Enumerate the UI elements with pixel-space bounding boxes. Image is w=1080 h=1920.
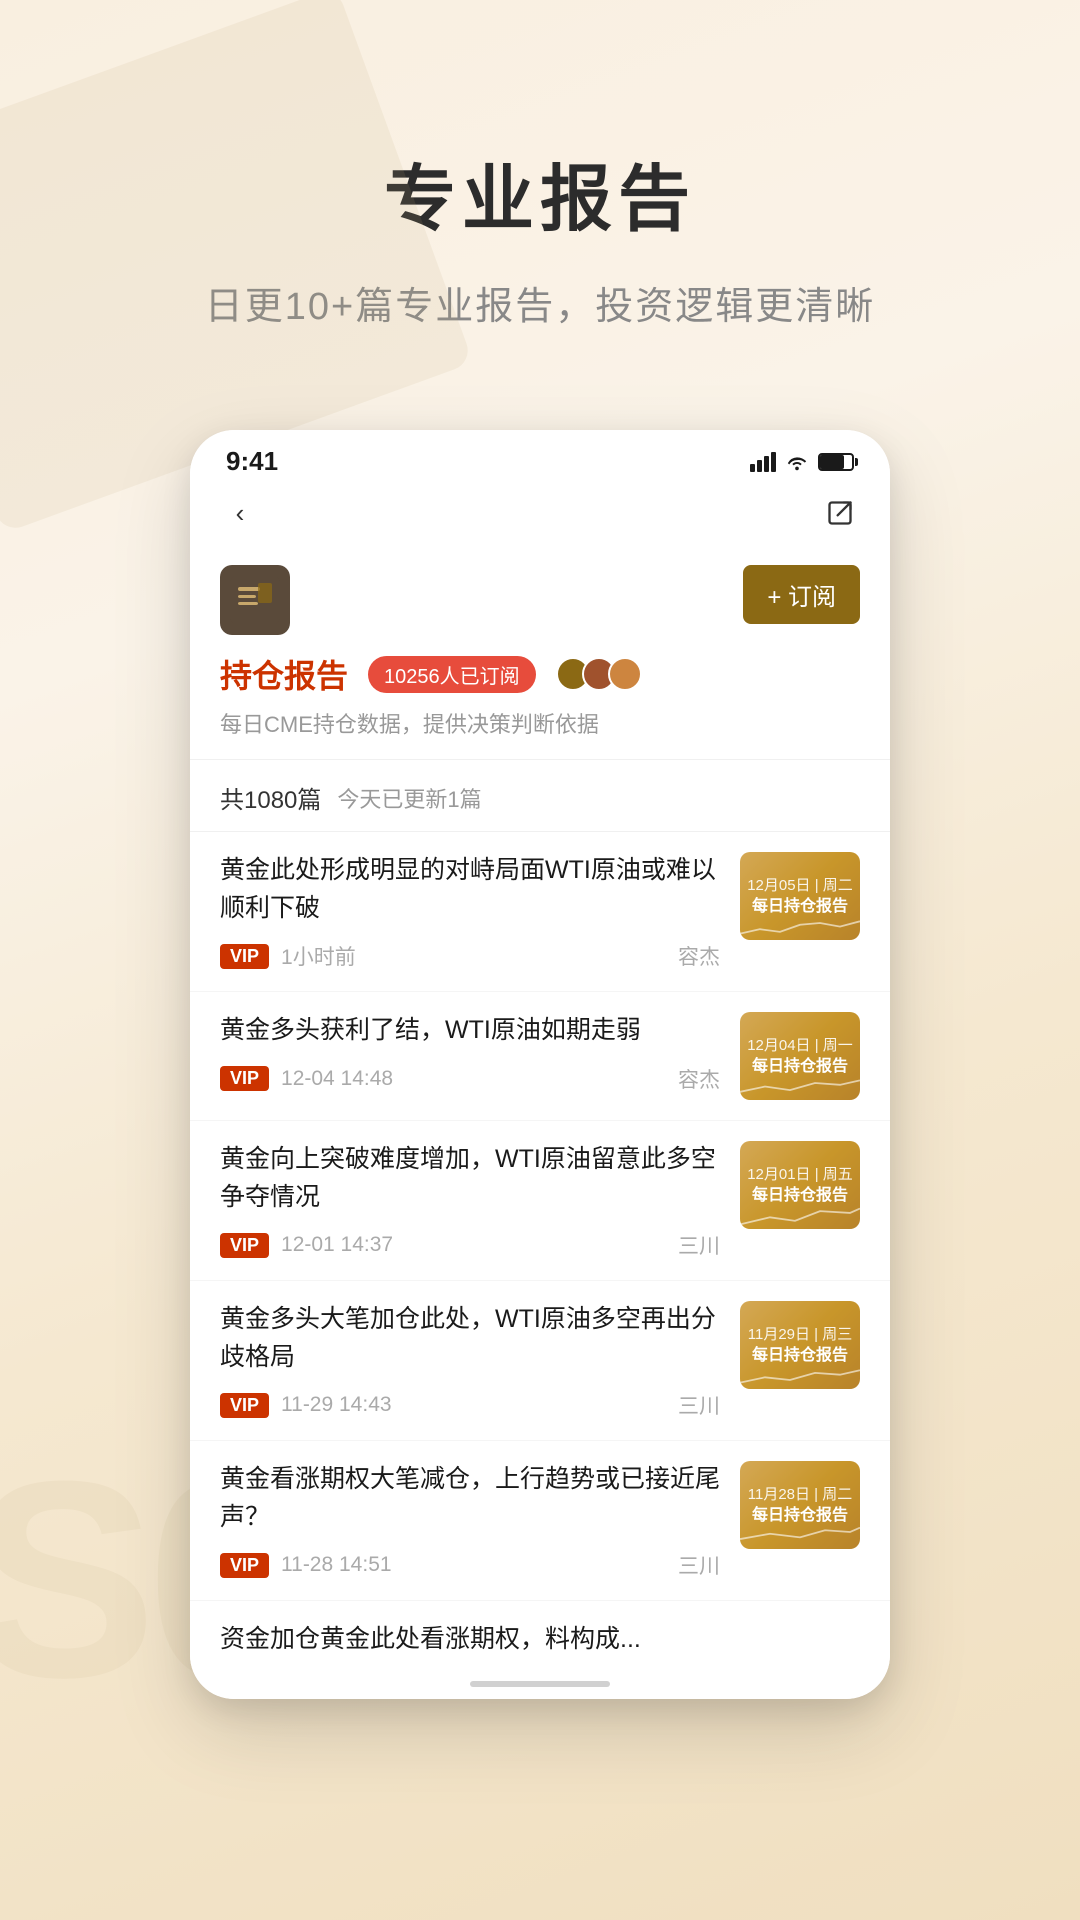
nav-bar: ‹ bbox=[190, 485, 890, 549]
article-content: 黄金看涨期权大笔减仓，上行趋势或已接近尾声？ VIP 11-28 14:51 三… bbox=[220, 1461, 720, 1580]
thumb-chart bbox=[740, 1076, 860, 1098]
article-time: 12-04 14:48 bbox=[281, 1067, 393, 1091]
subscribe-button[interactable]: + 订阅 bbox=[743, 565, 860, 624]
vip-badge: VIP bbox=[220, 944, 269, 969]
article-thumbnail: 12月01日 | 周五 每日持仓报告 bbox=[740, 1141, 860, 1229]
status-bar: 9:41 bbox=[190, 430, 890, 485]
article-content: 黄金多头获利了结，WTI原油如期走弱 VIP 12-04 14:48 容杰 bbox=[220, 1012, 720, 1094]
signal-icon bbox=[750, 452, 776, 472]
vip-badge: VIP bbox=[220, 1066, 269, 1091]
page-subtitle: 日更10+篇专业报告，投资逻辑更清晰 bbox=[60, 275, 1020, 330]
article-list: 共1080篇 今天已更新1篇 黄金此处形成明显的对峙局面WTI原油或难以顺利下破… bbox=[190, 760, 890, 1669]
thumb-date: 12月01日 | 周五 bbox=[747, 1163, 853, 1184]
thumb-date: 12月05日 | 周二 bbox=[747, 874, 853, 895]
thumb-chart bbox=[740, 1205, 860, 1227]
article-item[interactable]: 黄金多头获利了结，WTI原油如期走弱 VIP 12-04 14:48 容杰 12… bbox=[190, 992, 890, 1121]
article-title: 黄金此处形成明显的对峙局面WTI原油或难以顺利下破 bbox=[220, 852, 720, 927]
article-title: 黄金多头大笔加仓此处，WTI原油多空再出分歧格局 bbox=[220, 1301, 720, 1376]
article-item-truncated[interactable]: 资金加仓黄金此处看涨期权，料构成... bbox=[190, 1601, 890, 1669]
thumb-date: 11月29日 | 周三 bbox=[748, 1323, 853, 1344]
back-button[interactable]: ‹ bbox=[220, 493, 260, 533]
channel-header: + 订阅 持仓报告 10256人已订阅 每日CME持仓数据，提供决策判断依据 bbox=[190, 549, 890, 760]
subscriber-badge: 10256人已订阅 bbox=[368, 656, 536, 693]
battery-icon bbox=[818, 453, 854, 471]
channel-name: 持仓报告 bbox=[220, 651, 348, 697]
vip-badge: VIP bbox=[220, 1233, 269, 1258]
article-content: 黄金多头大笔加仓此处，WTI原油多空再出分歧格局 VIP 11-29 14:43… bbox=[220, 1301, 720, 1420]
article-time: 11-28 14:51 bbox=[281, 1553, 392, 1577]
bottom-bar bbox=[190, 1669, 890, 1699]
channel-logo bbox=[220, 565, 290, 635]
article-meta: VIP 11-29 14:43 三川 bbox=[220, 1390, 720, 1420]
article-content: 黄金此处形成明显的对峙局面WTI原油或难以顺利下破 VIP 1小时前 容杰 bbox=[220, 852, 720, 971]
article-meta: VIP 1小时前 容杰 bbox=[220, 941, 720, 971]
article-item[interactable]: 黄金多头大笔加仓此处，WTI原油多空再出分歧格局 VIP 11-29 14:43… bbox=[190, 1281, 890, 1441]
page-title: 专业报告 bbox=[60, 140, 1020, 245]
article-author: 三川 bbox=[678, 1230, 720, 1260]
thumb-title: 每日持仓报告 bbox=[752, 1506, 848, 1527]
article-thumbnail: 11月29日 | 周三 每日持仓报告 bbox=[740, 1301, 860, 1389]
update-badge: 今天已更新1篇 bbox=[337, 782, 481, 814]
thumb-chart bbox=[740, 1365, 860, 1387]
home-indicator bbox=[470, 1681, 610, 1687]
channel-description: 每日CME持仓数据，提供决策判断依据 bbox=[220, 707, 860, 739]
thumb-date: 12月04日 | 周一 bbox=[747, 1034, 853, 1055]
channel-title-row: 持仓报告 10256人已订阅 bbox=[220, 651, 860, 697]
vip-badge: VIP bbox=[220, 1393, 269, 1418]
list-header: 共1080篇 今天已更新1篇 bbox=[190, 760, 890, 832]
article-item[interactable]: 黄金此处形成明显的对峙局面WTI原油或难以顺利下破 VIP 1小时前 容杰 12… bbox=[190, 832, 890, 992]
avatar-3 bbox=[608, 657, 642, 691]
thumb-title: 每日持仓报告 bbox=[752, 897, 848, 918]
total-count: 共1080篇 bbox=[220, 780, 321, 815]
article-time: 1小时前 bbox=[281, 941, 356, 971]
article-title: 黄金向上突破难度增加，WTI原油留意此多空争夺情况 bbox=[220, 1141, 720, 1216]
article-thumbnail: 11月28日 | 周二 每日持仓报告 bbox=[740, 1461, 860, 1549]
share-icon bbox=[826, 499, 854, 527]
thumb-chart bbox=[740, 916, 860, 938]
thumb-title: 每日持仓报告 bbox=[752, 1186, 848, 1207]
thumb-title: 每日持仓报告 bbox=[752, 1057, 848, 1078]
phone-mockup-wrapper: 9:41 ‹ bbox=[0, 390, 1080, 1779]
article-content: 黄金向上突破难度增加，WTI原油留意此多空争夺情况 VIP 12-01 14:3… bbox=[220, 1141, 720, 1260]
article-item[interactable]: 黄金看涨期权大笔减仓，上行趋势或已接近尾声？ VIP 11-28 14:51 三… bbox=[190, 1441, 890, 1601]
article-author: 三川 bbox=[678, 1390, 720, 1420]
article-title: 黄金多头获利了结，WTI原油如期走弱 bbox=[220, 1012, 720, 1050]
channel-top-row: + 订阅 bbox=[220, 565, 860, 635]
page-header: 专业报告 日更10+篇专业报告，投资逻辑更清晰 bbox=[0, 0, 1080, 390]
article-meta: VIP 11-28 14:51 三川 bbox=[220, 1550, 720, 1580]
share-button[interactable] bbox=[820, 493, 860, 533]
article-author: 容杰 bbox=[678, 941, 720, 971]
article-meta: VIP 12-01 14:37 三川 bbox=[220, 1230, 720, 1260]
avatar-group bbox=[556, 657, 642, 691]
article-author: 容杰 bbox=[678, 1064, 720, 1094]
article-title-truncated: 资金加仓黄金此处看涨期权，料构成... bbox=[220, 1621, 860, 1659]
thumb-title: 每日持仓报告 bbox=[752, 1346, 848, 1367]
status-icons bbox=[750, 452, 854, 472]
article-time: 11-29 14:43 bbox=[281, 1393, 392, 1417]
phone-frame: 9:41 ‹ bbox=[190, 430, 890, 1699]
thumb-chart bbox=[740, 1525, 860, 1547]
status-time: 9:41 bbox=[226, 446, 278, 477]
wifi-icon bbox=[786, 453, 808, 471]
article-time: 12-01 14:37 bbox=[281, 1233, 393, 1257]
vip-badge: VIP bbox=[220, 1553, 269, 1578]
article-thumbnail: 12月04日 | 周一 每日持仓报告 bbox=[740, 1012, 860, 1100]
thumb-date: 11月28日 | 周二 bbox=[748, 1483, 853, 1504]
article-thumbnail: 12月05日 | 周二 每日持仓报告 bbox=[740, 852, 860, 940]
article-title: 黄金看涨期权大笔减仓，上行趋势或已接近尾声？ bbox=[220, 1461, 720, 1536]
article-meta: VIP 12-04 14:48 容杰 bbox=[220, 1064, 720, 1094]
article-author: 三川 bbox=[678, 1550, 720, 1580]
article-item[interactable]: 黄金向上突破难度增加，WTI原油留意此多空争夺情况 VIP 12-01 14:3… bbox=[190, 1121, 890, 1281]
